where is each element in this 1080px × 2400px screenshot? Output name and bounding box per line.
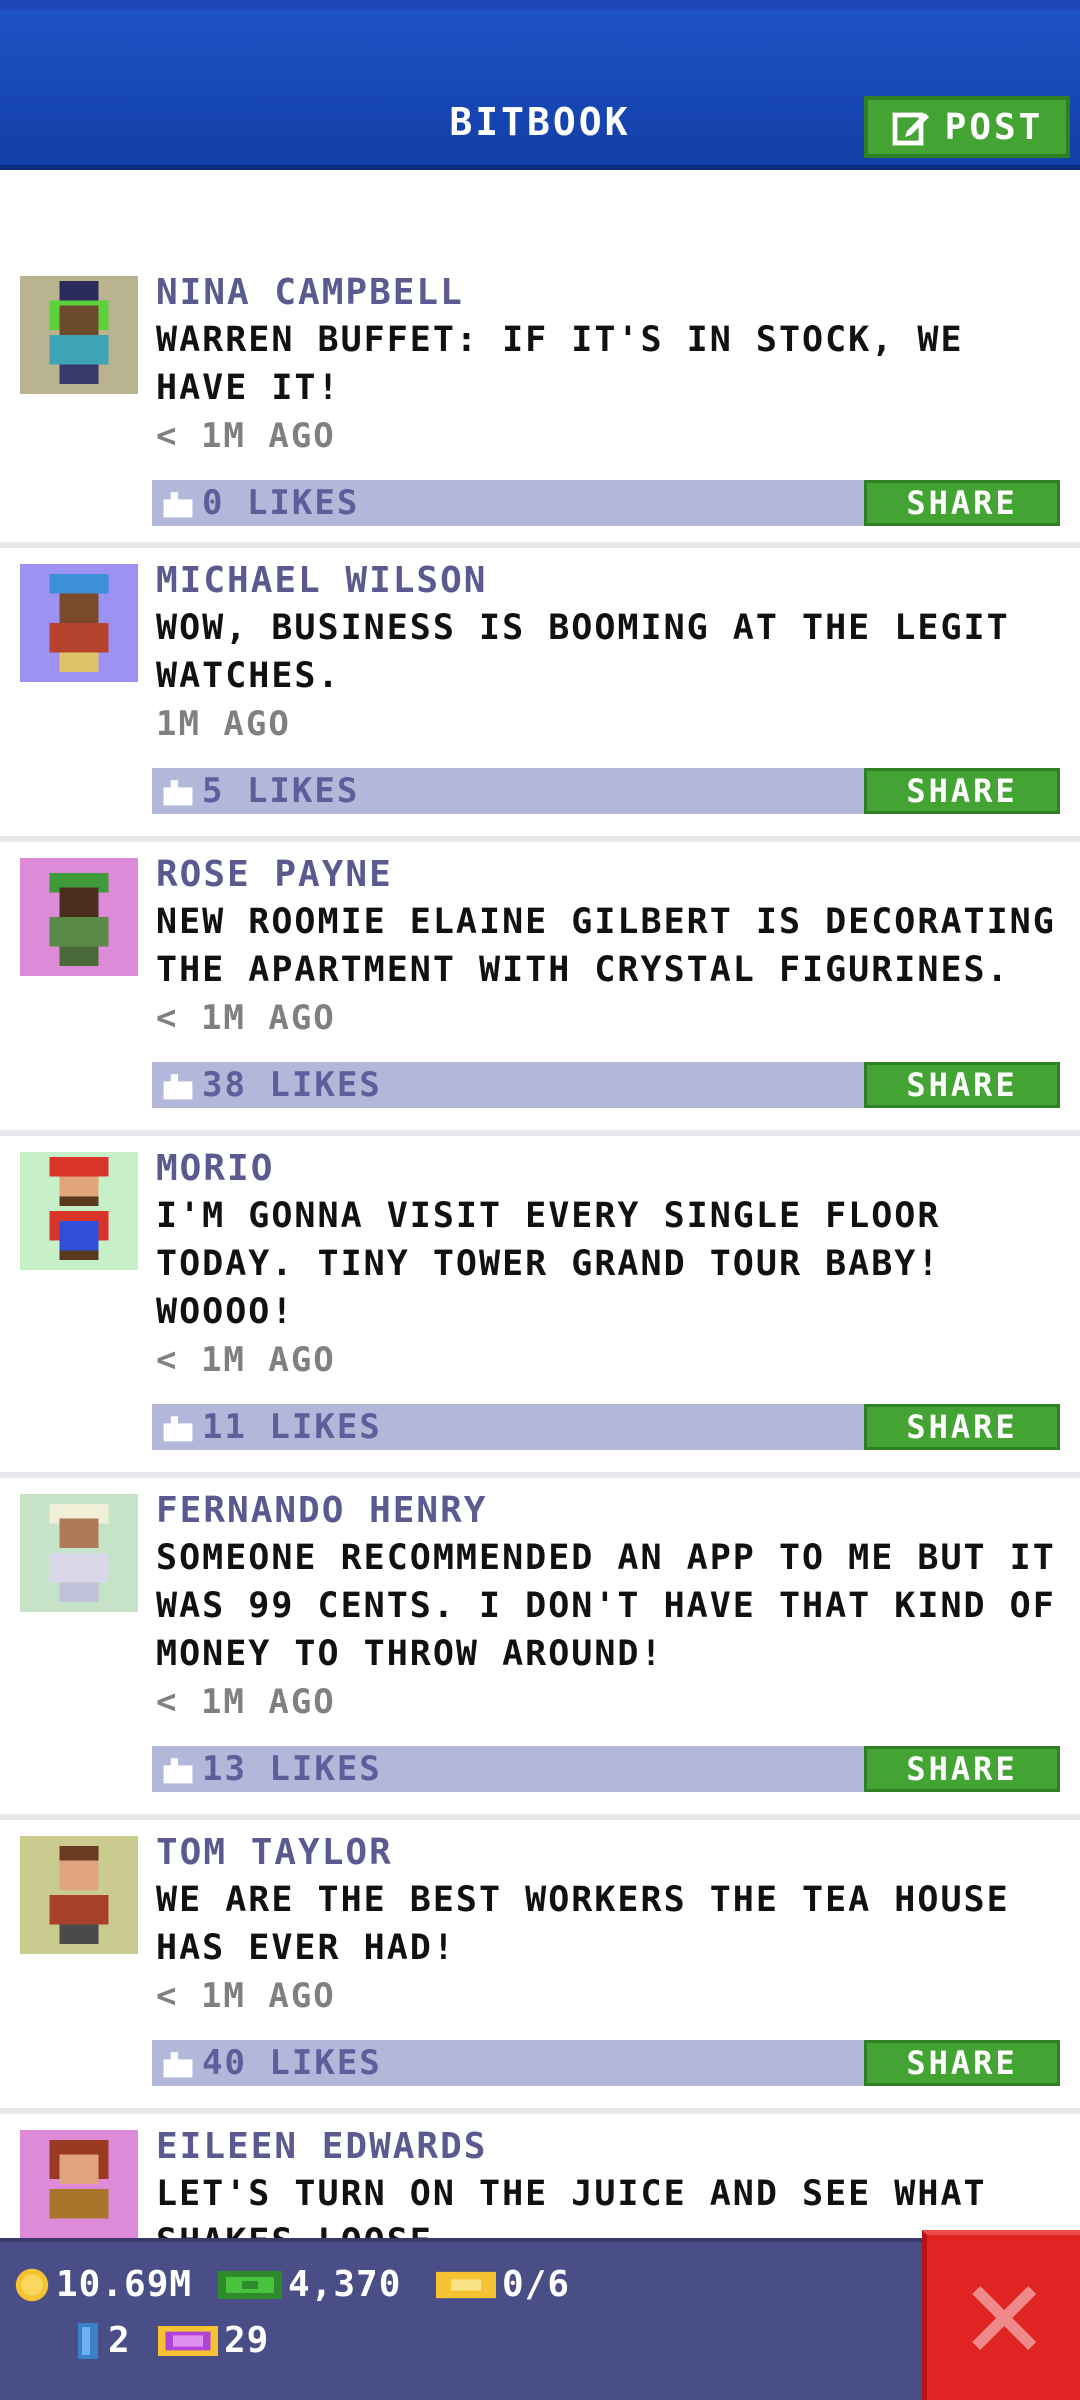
- share-button[interactable]: SHARE: [864, 480, 1060, 526]
- thumbs-up-icon: [163, 2052, 193, 2078]
- thumbs-up-icon: [163, 1416, 193, 1442]
- thumbs-up-icon: [163, 780, 193, 806]
- post-text: WARREN BUFFET: IF IT'S IN STOCK, WE HAVE…: [156, 320, 964, 408]
- post-author[interactable]: NINA CAMPBELL: [156, 270, 1060, 316]
- avatar[interactable]: [20, 2130, 138, 2248]
- like-bar[interactable]: 13 LIKES SHARE: [152, 1746, 1060, 1792]
- key-icon: [78, 2322, 98, 2359]
- post-button-label: POST: [944, 106, 1044, 148]
- avatar[interactable]: [20, 1836, 138, 1954]
- feed-post: TOM TAYLOR WE ARE THE BEST WORKERS THE T…: [0, 1820, 1080, 2114]
- share-button[interactable]: SHARE: [864, 1062, 1060, 1108]
- tickets-stat: 0/6: [436, 2264, 570, 2305]
- golden-ticket-icon: [436, 2271, 496, 2298]
- post-author[interactable]: MORIO: [156, 1146, 1060, 1192]
- feed-post: ROSE PAYNE NEW ROOMIE ELAINE GILBERT IS …: [0, 842, 1080, 1136]
- vip-stat: 29: [158, 2320, 269, 2361]
- feed-post: MICHAEL WILSON WOW, BUSINESS IS BOOMING …: [0, 548, 1080, 842]
- like-count: 0 LIKES: [202, 483, 360, 523]
- post-text: WOW, BUSINESS IS BOOMING AT THE LEGIT WA…: [156, 608, 1010, 696]
- post-text: SOMEONE RECOMMENDED AN APP TO ME BUT IT …: [156, 1538, 1056, 1674]
- like-bar[interactable]: 5 LIKES SHARE: [152, 768, 1060, 814]
- feed-post: FERNANDO HENRY SOMEONE RECOMMENDED AN AP…: [0, 1478, 1080, 1820]
- avatar[interactable]: [20, 858, 138, 976]
- post-time: < 1M AGO: [156, 1340, 336, 1380]
- like-count: 5 LIKES: [202, 771, 360, 811]
- gold-coin-icon: [15, 2268, 49, 2301]
- feed-post: NINA CAMPBELL WARREN BUFFET: IF IT'S IN …: [0, 260, 1080, 548]
- tickets-value: 0/6: [502, 2264, 571, 2305]
- like-bar[interactable]: 38 LIKES SHARE: [152, 1062, 1060, 1108]
- post-button[interactable]: POST: [864, 96, 1070, 158]
- coins-stat: 10.69M: [14, 2264, 192, 2305]
- like-count: 38 LIKES: [202, 1065, 382, 1105]
- close-button[interactable]: [922, 2230, 1080, 2400]
- post-author[interactable]: TOM TAYLOR: [156, 1830, 1060, 1876]
- post-time: < 1M AGO: [156, 416, 336, 456]
- feed-post: MORIO I'M GONNA VISIT EVERY SINGLE FLOOR…: [0, 1136, 1080, 1478]
- edit-icon: [892, 112, 929, 146]
- like-count: 13 LIKES: [202, 1749, 382, 1789]
- post-time: 1M AGO: [156, 704, 291, 744]
- post-author[interactable]: ROSE PAYNE: [156, 852, 1060, 898]
- avatar[interactable]: [20, 276, 138, 394]
- avatar[interactable]: [20, 1494, 138, 1612]
- like-count: 40 LIKES: [202, 2043, 382, 2083]
- avatar[interactable]: [20, 1152, 138, 1270]
- like-bar[interactable]: 40 LIKES SHARE: [152, 2040, 1060, 2086]
- keys-stat: 2: [74, 2320, 131, 2361]
- post-text: I'M GONNA VISIT EVERY SINGLE FLOOR TODAY…: [156, 1196, 941, 1332]
- news-feed[interactable]: NINA CAMPBELL WARREN BUFFET: IF IT'S IN …: [0, 260, 1080, 2314]
- keys-value: 2: [108, 2320, 131, 2361]
- coins-value: 10.69M: [56, 2264, 193, 2305]
- vip-card-icon: [158, 2325, 218, 2356]
- post-author[interactable]: FERNANDO HENRY: [156, 1488, 1060, 1534]
- thumbs-up-icon: [163, 492, 193, 518]
- bux-stat: 4,370: [218, 2264, 401, 2305]
- post-time: < 1M AGO: [156, 1976, 336, 2016]
- share-button[interactable]: SHARE: [864, 1746, 1060, 1792]
- share-button[interactable]: SHARE: [864, 1404, 1060, 1450]
- like-bar[interactable]: 0 LIKES SHARE: [152, 480, 1060, 526]
- share-button[interactable]: SHARE: [864, 2040, 1060, 2086]
- like-count: 11 LIKES: [202, 1407, 382, 1447]
- thumbs-up-icon: [163, 1758, 193, 1784]
- post-author[interactable]: MICHAEL WILSON: [156, 558, 1060, 604]
- avatar[interactable]: [20, 564, 138, 682]
- bux-value: 4,370: [288, 2264, 402, 2305]
- like-bar[interactable]: 11 LIKES SHARE: [152, 1404, 1060, 1450]
- bux-bill-icon: [218, 2270, 282, 2299]
- vip-value: 29: [224, 2320, 270, 2361]
- status-bar: 10.69M 4,370 0/6 2 29: [0, 2238, 1080, 2400]
- post-author[interactable]: EILEEN EDWARDS: [156, 2124, 1060, 2170]
- post-text: NEW ROOMIE ELAINE GILBERT IS DECORATING …: [156, 902, 1056, 990]
- post-time: < 1M AGO: [156, 1682, 336, 1722]
- share-button[interactable]: SHARE: [864, 768, 1060, 814]
- close-x-icon: [971, 2285, 1036, 2350]
- app-header: BITBOOK POST: [0, 0, 1080, 170]
- post-text: WE ARE THE BEST WORKERS THE TEA HOUSE HA…: [156, 1880, 1010, 1968]
- thumbs-up-icon: [163, 1074, 193, 1100]
- post-time: < 1M AGO: [156, 998, 336, 1038]
